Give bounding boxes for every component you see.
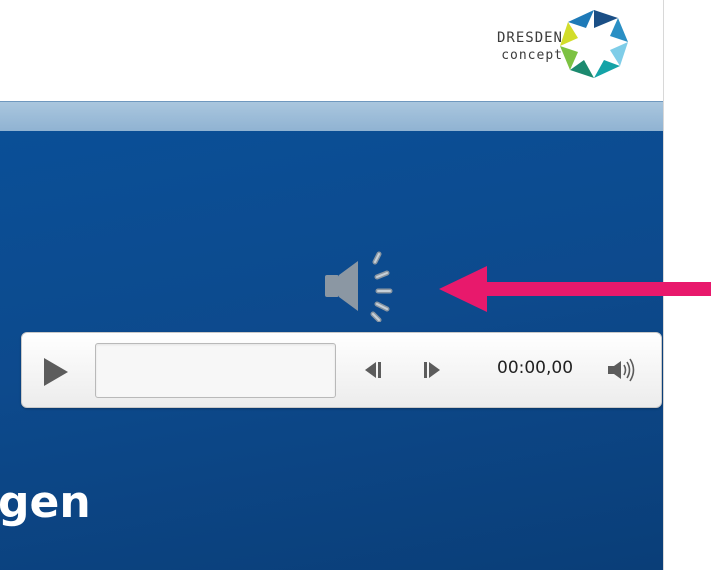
logo-line2: concept xyxy=(501,48,563,63)
logo-line1: DRESDEN xyxy=(496,30,563,46)
logo-text: DRESDEN concept xyxy=(497,30,563,64)
speaker-sound-icon[interactable] xyxy=(322,250,398,322)
time-display: 00:00,00 xyxy=(497,358,574,378)
skip-back-icon[interactable] xyxy=(362,359,384,381)
skip-forward-icon[interactable] xyxy=(421,359,443,381)
slide-title-fragment: gen xyxy=(0,477,91,528)
pointer-arrow-icon xyxy=(439,266,711,312)
seek-bar[interactable] xyxy=(95,343,336,398)
audio-player: 00:00,00 xyxy=(21,332,662,408)
volume-icon[interactable] xyxy=(606,357,636,383)
header-stripe xyxy=(0,101,663,132)
dresden-concept-logo-icon xyxy=(560,10,628,78)
play-icon[interactable] xyxy=(40,357,70,387)
